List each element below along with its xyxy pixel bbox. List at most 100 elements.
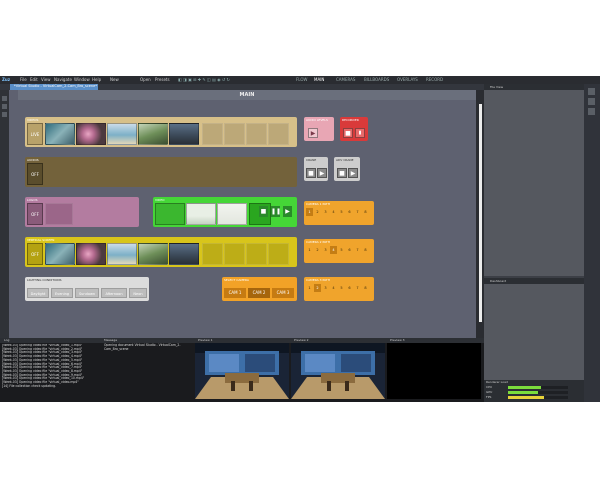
toolbar-presets[interactable]: Presets bbox=[155, 77, 170, 82]
mode-main[interactable]: MAIN bbox=[314, 77, 324, 82]
scrollbar-thumb[interactable] bbox=[479, 104, 482, 322]
mode-cameras[interactable]: CAMERAS bbox=[336, 77, 355, 82]
video-thumbnail[interactable] bbox=[76, 243, 106, 265]
path-button[interactable]: 3 bbox=[322, 208, 329, 216]
video-thumbnail[interactable] bbox=[217, 203, 247, 225]
tool-icon[interactable] bbox=[2, 96, 7, 101]
video-thumbnail[interactable] bbox=[169, 243, 199, 265]
path-button[interactable]: 4 bbox=[330, 284, 337, 292]
path-button[interactable]: 6 bbox=[346, 246, 353, 254]
mode-billboards[interactable]: BILLBOARDS bbox=[364, 77, 389, 82]
mode-flow[interactable]: FLOW bbox=[296, 77, 308, 82]
menu-help[interactable]: Help bbox=[92, 77, 101, 82]
adv-crane-play-icon[interactable]: ▶ bbox=[348, 168, 358, 178]
path-button[interactable]: 8 bbox=[362, 208, 369, 216]
menu-edit[interactable]: Edit bbox=[30, 77, 38, 82]
lighting-evening-button[interactable]: Evening bbox=[51, 288, 73, 298]
path-button[interactable]: 6 bbox=[346, 208, 353, 216]
video-thumbnail[interactable] bbox=[138, 243, 168, 265]
vertical-screen-off-button[interactable]: OFF bbox=[27, 243, 43, 265]
crane-stop-icon[interactable]: ■ bbox=[306, 168, 316, 178]
videos-live-button[interactable]: LIVE bbox=[27, 123, 43, 145]
logos-off-button[interactable]: OFF bbox=[27, 203, 43, 225]
video-thumbnail[interactable] bbox=[155, 203, 185, 225]
menu-window[interactable]: Window bbox=[74, 77, 90, 82]
video-thumbnail[interactable] bbox=[76, 123, 106, 145]
empty-slot[interactable] bbox=[268, 123, 289, 145]
cam1-button[interactable]: CAM 1 bbox=[224, 288, 246, 298]
empty-slot[interactable] bbox=[268, 243, 289, 265]
empty-slot[interactable] bbox=[224, 123, 245, 145]
audios-off-button[interactable]: OFF bbox=[27, 163, 43, 185]
lighting-daylight-button[interactable]: Daylight bbox=[27, 288, 49, 298]
video-thumbnail[interactable] bbox=[45, 123, 75, 145]
video-thumbnail[interactable] bbox=[107, 243, 137, 265]
empty-slot[interactable] bbox=[224, 243, 245, 265]
log-header[interactable]: Log bbox=[0, 338, 100, 343]
path-button[interactable]: 7 bbox=[354, 246, 361, 254]
path-button[interactable]: 8 bbox=[362, 246, 369, 254]
vertical-scrollbar[interactable] bbox=[476, 90, 484, 338]
toolbar-open[interactable]: Open bbox=[140, 77, 151, 82]
path-button[interactable]: 1 bbox=[306, 208, 313, 216]
path-button[interactable]: 5 bbox=[338, 284, 345, 292]
tool-icon[interactable] bbox=[2, 112, 7, 117]
mode-record[interactable]: RECORD bbox=[426, 77, 443, 82]
logo-slot[interactable] bbox=[45, 203, 73, 225]
adv-crane-stop-icon[interactable]: ■ bbox=[337, 168, 347, 178]
menu-navigate[interactable]: Navigate bbox=[54, 77, 72, 82]
panel-title: ADV CRANE bbox=[336, 158, 354, 162]
empty-slot[interactable] bbox=[202, 243, 223, 265]
path-button[interactable]: 3 bbox=[322, 246, 329, 254]
path-button[interactable]: 6 bbox=[346, 284, 353, 292]
video-thumbnail[interactable] bbox=[45, 243, 75, 265]
crane-play-icon[interactable]: ▶ bbox=[317, 168, 327, 178]
path-button[interactable]: 3 bbox=[322, 284, 329, 292]
path-button[interactable]: 5 bbox=[338, 246, 345, 254]
path-button[interactable]: 7 bbox=[354, 208, 361, 216]
toolbar-new[interactable]: New bbox=[110, 77, 119, 82]
lighting-sundown-button[interactable]: Sundown bbox=[75, 288, 99, 298]
menu-file[interactable]: File bbox=[20, 77, 27, 82]
level-label: FPS bbox=[486, 395, 492, 399]
record-icon[interactable]: ▮ bbox=[355, 128, 365, 138]
path-button[interactable]: 8 bbox=[362, 284, 369, 292]
tool-icon[interactable] bbox=[588, 98, 595, 105]
empty-slot[interactable] bbox=[246, 123, 267, 145]
video-thumbnail[interactable] bbox=[138, 123, 168, 145]
cam3-button[interactable]: CAM 3 bbox=[272, 288, 294, 298]
panel-title: SELECT CAMERA bbox=[224, 278, 249, 282]
cam2-button[interactable]: CAM 2 bbox=[248, 288, 270, 298]
path-button[interactable]: 2 bbox=[314, 246, 321, 254]
menu-view[interactable]: View bbox=[41, 77, 51, 82]
path-button[interactable]: 5 bbox=[338, 208, 345, 216]
video-thumbnail[interactable] bbox=[186, 203, 216, 225]
toolbar-icons[interactable]: ◧ ◨ ▣ ⊞ ✚ ✎ ◫ ▤ ◉ ↺ ↻ bbox=[178, 77, 230, 82]
levels-title: Renderer Load bbox=[486, 380, 508, 384]
empty-slot[interactable] bbox=[202, 123, 223, 145]
video-thumbnail[interactable] bbox=[169, 123, 199, 145]
path-button[interactable]: 4 bbox=[330, 208, 337, 216]
path-button[interactable]: 1 bbox=[306, 284, 313, 292]
video-play-icon[interactable]: ▶ bbox=[283, 206, 292, 217]
file-view-body bbox=[484, 90, 584, 276]
lighting-neon-button[interactable]: Neon bbox=[129, 288, 147, 298]
tool-icon[interactable] bbox=[2, 104, 7, 109]
path-button[interactable]: 2 bbox=[314, 284, 321, 292]
path-button[interactable]: 2 bbox=[314, 208, 321, 216]
video-pause-icon[interactable]: ❚❚ bbox=[271, 206, 281, 217]
video-stop-icon[interactable]: ■ bbox=[259, 206, 268, 217]
path-button[interactable]: 1 bbox=[306, 246, 313, 254]
lighting-afternoon-button[interactable]: Afternoon bbox=[101, 288, 127, 298]
panel-title: VERTICAL SCREEN bbox=[27, 238, 55, 242]
path-button[interactable]: 4 bbox=[330, 246, 337, 254]
tool-icon[interactable] bbox=[588, 88, 595, 95]
audio-play-icon[interactable]: ▶ bbox=[308, 128, 318, 138]
record-stop-icon[interactable]: ■ bbox=[343, 128, 353, 138]
video-thumbnail[interactable] bbox=[107, 123, 137, 145]
path-button[interactable]: 7 bbox=[354, 284, 361, 292]
tool-icon[interactable] bbox=[588, 108, 595, 115]
empty-slot[interactable] bbox=[246, 243, 267, 265]
level-label: CPU bbox=[486, 385, 493, 389]
mode-overlays[interactable]: OVERLAYS bbox=[397, 77, 418, 82]
